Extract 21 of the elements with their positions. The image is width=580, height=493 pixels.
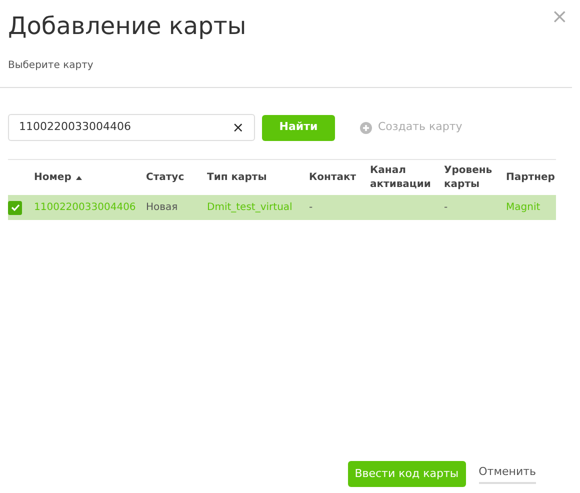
column-header[interactable]: Статус bbox=[146, 171, 184, 185]
column-header[interactable]: Канал активации bbox=[370, 164, 444, 192]
table-cell: Новая bbox=[146, 202, 178, 213]
search-field[interactable]: 1100220033004406 × bbox=[8, 114, 255, 141]
sort-up-icon bbox=[76, 176, 82, 180]
clear-button[interactable]: × bbox=[232, 120, 244, 134]
column-header[interactable]: Контакт bbox=[309, 171, 356, 185]
cancel-button[interactable]: Отменить bbox=[478, 464, 536, 484]
table-cell: - bbox=[444, 202, 448, 213]
plus-icon bbox=[360, 122, 372, 134]
table-row[interactable]: 1100220033004406 Новая Dmit_test_virtual - - Magnit bbox=[8, 195, 556, 220]
dialog-subtitle: Выберите карту bbox=[7, 59, 94, 73]
check-icon bbox=[10, 204, 20, 211]
checkbox[interactable] bbox=[8, 200, 22, 214]
column-header[interactable]: Номер bbox=[34, 171, 82, 185]
column-header[interactable]: Партнер bbox=[506, 171, 555, 185]
table-cell: - bbox=[309, 202, 313, 213]
column-header[interactable]: Тип карты bbox=[207, 171, 267, 185]
search-value: 1100220033004406 bbox=[19, 119, 131, 136]
column-header[interactable]: Уровень карты bbox=[444, 164, 506, 192]
dialog-title: Добавление карты bbox=[8, 11, 246, 42]
